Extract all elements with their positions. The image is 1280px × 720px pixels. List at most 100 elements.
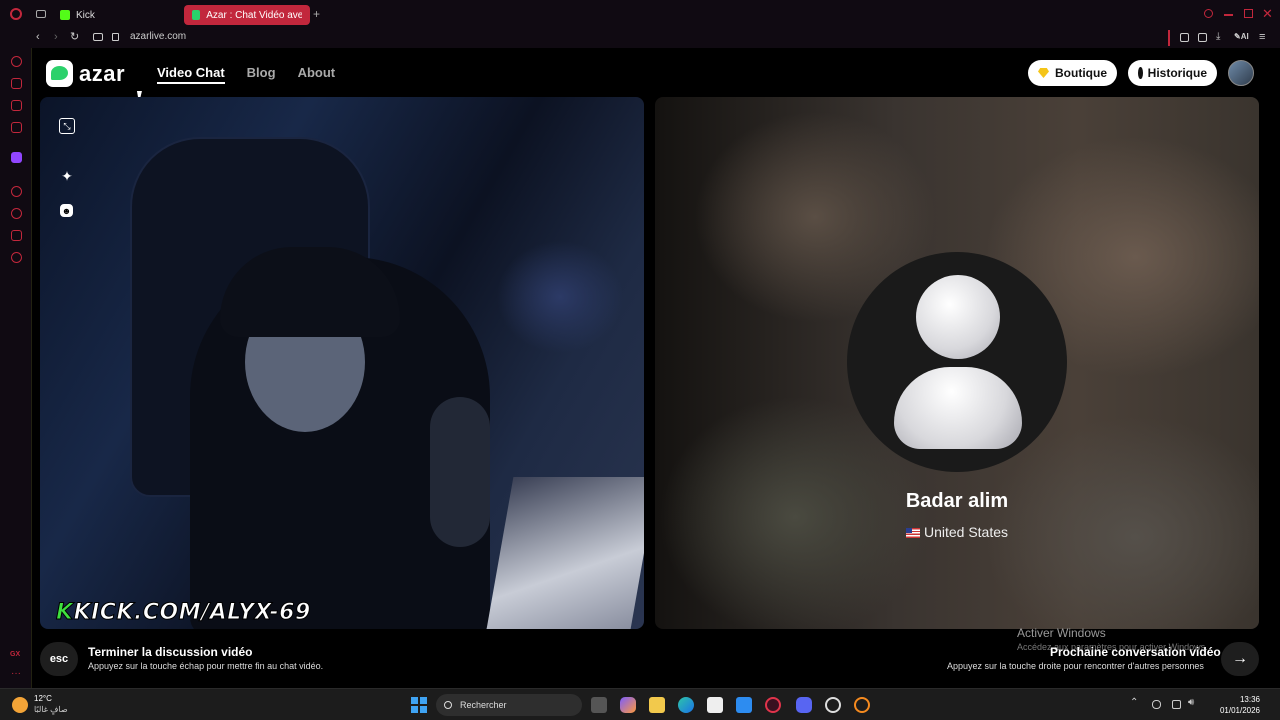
local-video: ⤡ ✦ ☻ KKICK.COM/ALYX-69 (40, 97, 644, 629)
next-chat-arrow-button[interactable]: → (1221, 642, 1259, 676)
nav-blog[interactable]: Blog (247, 65, 276, 84)
boutique-button[interactable]: Boutique (1028, 60, 1117, 86)
tray-chevron-icon[interactable]: ⌃ (1130, 697, 1138, 708)
nav-video-chat[interactable]: Video Chat (157, 65, 225, 84)
extensions-divider (1168, 30, 1170, 46)
volume-icon[interactable]: 🔊︎ (1188, 697, 1194, 708)
clock-icon (1138, 67, 1145, 79)
end-chat-subtitle: Appuyez sur la touche échap pour mettre … (88, 661, 324, 671)
emoji-icon[interactable]: ☻ (60, 204, 73, 217)
task-view-icon[interactable] (591, 697, 607, 713)
obs-icon[interactable] (825, 697, 841, 713)
weather-icon[interactable] (12, 697, 28, 713)
sidebar-instagram-icon[interactable] (11, 122, 22, 133)
azar-logo-text: azar (79, 60, 126, 86)
search-tabs-icon[interactable] (1204, 9, 1213, 18)
downloads-icon[interactable]: ⤓ (1216, 31, 1220, 42)
video-popout-icon[interactable] (93, 33, 103, 41)
taskbar-date[interactable]: 01/01/2026 (1200, 706, 1260, 715)
close-window-icon[interactable]: ✕ (1262, 6, 1273, 22)
opera-logo-icon[interactable] (10, 8, 22, 20)
lock-icon (112, 33, 119, 41)
search-app-icon[interactable] (854, 697, 870, 713)
partner-video: Badar alim United States (655, 97, 1259, 629)
taskbar-time[interactable]: 13:36 (1212, 695, 1260, 704)
kick-watermark-k: K (56, 600, 74, 626)
address-bar: ‹ › ↻ azarlive.com ⤓ ✎AI ≡ (0, 28, 1280, 48)
back-icon[interactable]: ‹ (36, 31, 40, 43)
new-tab-icon[interactable]: + (313, 7, 320, 21)
sidebar-gx-icon[interactable]: GX (10, 651, 20, 658)
sidebar-history-icon[interactable] (11, 208, 22, 219)
boutique-label: Boutique (1055, 66, 1107, 80)
us-flag-icon (905, 528, 920, 538)
tab-manager-icon[interactable] (36, 10, 46, 18)
network-icon[interactable] (1172, 700, 1181, 709)
weather-temperature[interactable]: 12°C (34, 694, 52, 703)
sidebar-settings-icon[interactable] (11, 252, 22, 263)
sidebar-crypto-wallet-icon[interactable] (11, 78, 22, 89)
sidebar-twitch-icon[interactable] (11, 152, 22, 163)
sidebar-messenger-icon[interactable] (11, 100, 22, 111)
forward-icon[interactable]: › (54, 31, 58, 43)
sidebar-aria-icon[interactable] (11, 56, 22, 67)
minimize-icon[interactable] (1224, 14, 1233, 16)
url-input[interactable]: azarlive.com (130, 31, 186, 42)
video-microphone (430, 397, 490, 547)
next-chat-title: Prochaine conversation vidéo (1050, 645, 1221, 659)
sidebar-player-icon[interactable] (11, 186, 22, 197)
store-icon[interactable] (707, 697, 723, 713)
activate-windows-title: Activer Windows (1017, 626, 1106, 640)
azar-page: azar Video Chat Blog About Boutique Hist… (33, 48, 1280, 688)
sidebar-more-icon[interactable]: ··· (11, 668, 21, 679)
wallet-icon[interactable] (1198, 33, 1207, 42)
nav-about[interactable]: About (298, 65, 336, 84)
tab-azar-label: Azar : Chat Vidéo avec de (206, 9, 302, 21)
main-nav: Video Chat Blog About (157, 65, 335, 84)
file-explorer-icon[interactable] (649, 697, 665, 713)
gem-icon (1038, 68, 1049, 78)
reload-icon[interactable]: ↻ (70, 30, 79, 43)
video-keyboard (486, 477, 644, 629)
partner-country: United States (655, 524, 1259, 540)
kick-favicon-icon (60, 10, 70, 20)
profile-avatar[interactable] (1228, 60, 1254, 86)
windows-start-icon[interactable] (411, 697, 427, 713)
end-chat-esc-button[interactable]: esc (40, 642, 78, 676)
partner-name: Badar alim (905, 490, 1009, 512)
windows-taskbar: 12°C صافٍ غالبًا Rechercher ⌃ 🔊︎ 13:36 0… (0, 688, 1280, 720)
browser-tab-bar: Kick Azar : Chat Vidéo avec de + ✕ (0, 0, 1280, 28)
azar-logo-icon (46, 60, 73, 87)
snapshot-icon[interactable] (1180, 33, 1189, 42)
menu-icon[interactable]: ≡ (1259, 31, 1265, 43)
opera-gx-taskbar-icon[interactable] (765, 697, 781, 713)
sidebar-extensions-icon[interactable] (11, 230, 22, 241)
kick-watermark: KKICK.COM/ALYX-69 (56, 600, 311, 626)
weather-description[interactable]: صافٍ غالبًا (34, 705, 68, 714)
historique-label: Historique (1147, 66, 1207, 80)
end-chat-title: Terminer la discussion vidéo (88, 645, 253, 659)
taskbar-search-input[interactable]: Rechercher (436, 694, 582, 716)
partner-avatar-head-icon (916, 275, 1000, 359)
azar-favicon-icon (192, 10, 201, 20)
kick-watermark-text: KICK.COM/ALYX-69 (73, 600, 311, 626)
maximize-icon[interactable] (1244, 9, 1253, 18)
aria-ai-icon[interactable]: ✎AI (1234, 32, 1249, 41)
next-chat-subtitle: Appuyez sur la touche droite pour rencon… (947, 661, 1204, 671)
tab-kick-label: Kick (76, 9, 95, 21)
discord-icon[interactable] (796, 697, 812, 713)
tab-kick[interactable]: Kick (52, 5, 182, 25)
historique-button[interactable]: Historique (1128, 60, 1217, 86)
mail-icon[interactable] (736, 697, 752, 713)
browser-sidebar: GX ··· (0, 48, 32, 688)
taskbar-search-placeholder: Rechercher (460, 700, 507, 710)
sparkle-icon[interactable]: ✦ (59, 168, 75, 184)
partner-country-label: United States (923, 524, 1009, 540)
exit-fullscreen-icon[interactable]: ⤡ (59, 118, 75, 134)
search-icon (444, 701, 452, 709)
tab-azar[interactable]: Azar : Chat Vidéo avec de (184, 5, 310, 25)
edge-icon[interactable] (678, 697, 694, 713)
copilot-icon[interactable] (620, 697, 636, 713)
azar-logo[interactable]: azar (46, 60, 125, 87)
microphone-icon[interactable] (1152, 700, 1161, 709)
